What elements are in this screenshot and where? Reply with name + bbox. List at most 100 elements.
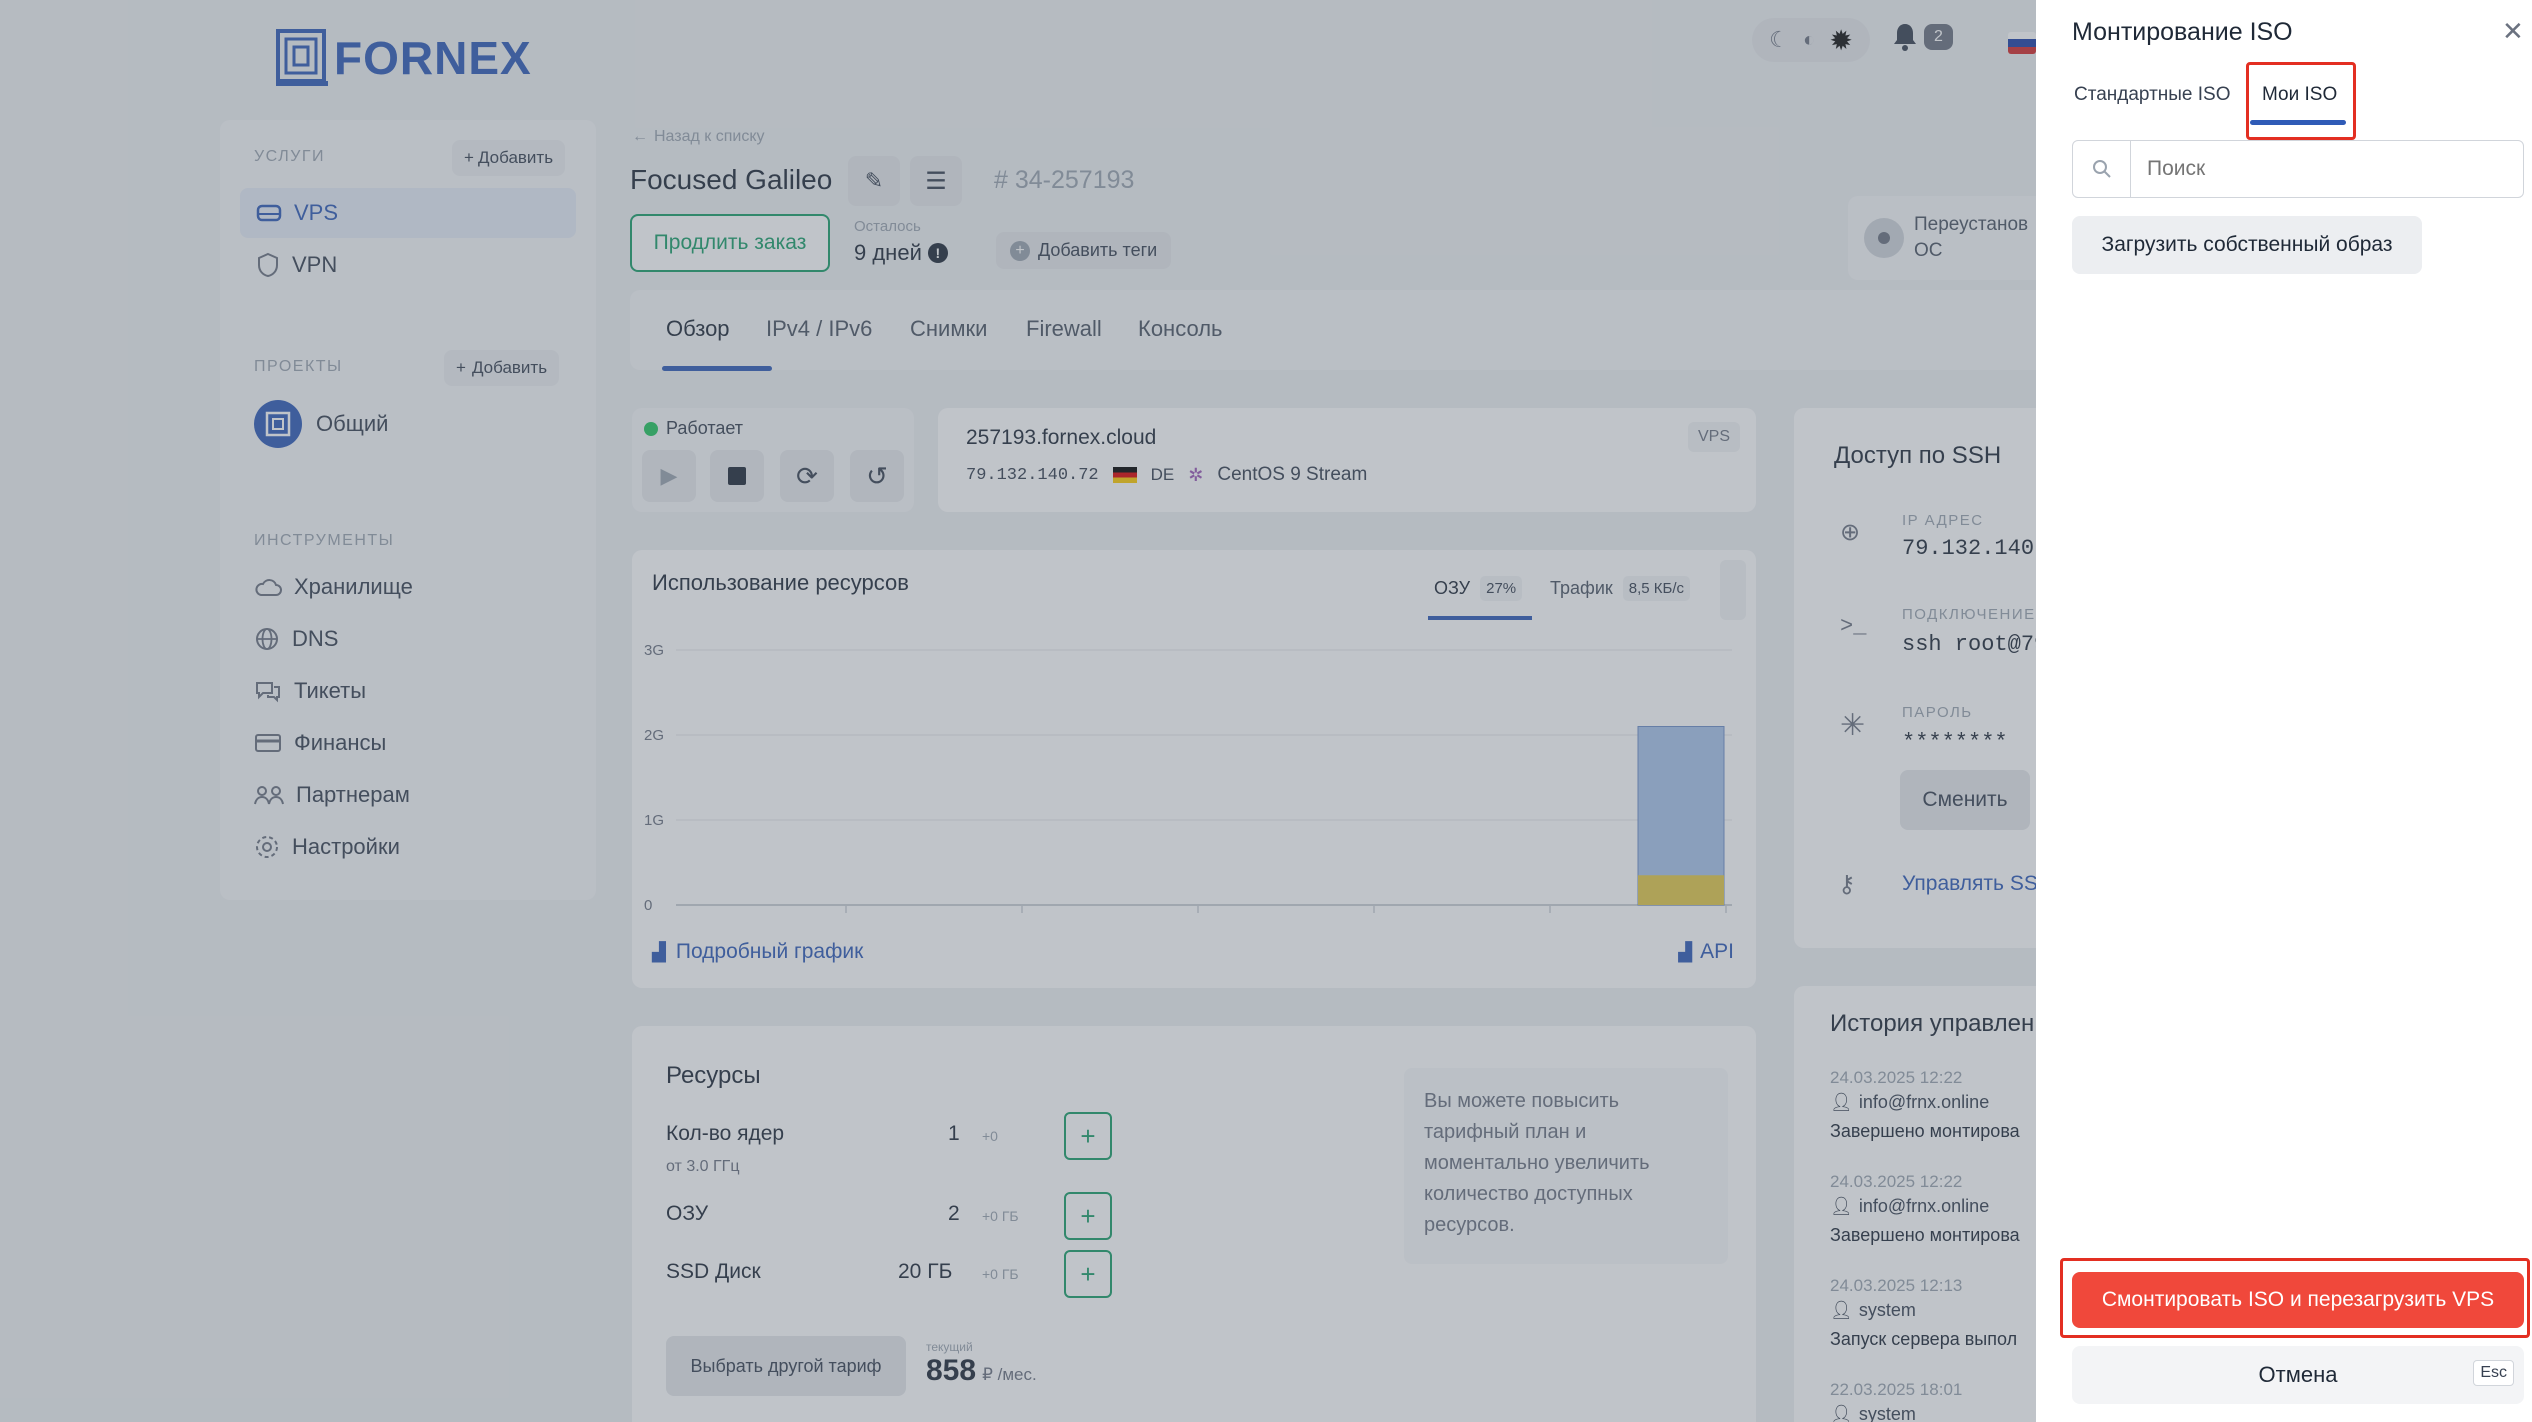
sidebar: Услуги + Добавить VPS VPN Проекты + Добави… [220, 120, 596, 900]
chart-tabs-scroll[interactable] [1720, 560, 1746, 620]
extend-order-button[interactable]: Продлить заказ [630, 214, 830, 272]
hostname: 257193.fornex.cloud [966, 426, 1157, 449]
menu-button[interactable]: ☰ [910, 156, 962, 206]
moon-icon[interactable]: ☾ [1769, 27, 1789, 53]
key-icon: ⚷ [1838, 871, 1856, 898]
server-info: 257193.fornex.cloud VPS 79.132.140.72 DE… [938, 408, 1756, 512]
cancel-button[interactable]: Отмена Esc [2072, 1346, 2524, 1404]
change-plan-button[interactable]: Выбрать другой тариф [666, 1336, 906, 1396]
stop-button[interactable] [710, 450, 764, 502]
current-price-label: текущий [926, 1340, 973, 1354]
add-tags-button[interactable]: + Добавить теги [996, 232, 1172, 269]
remaining-label: Осталось [854, 218, 921, 235]
upload-image-button[interactable]: Загрузить собственный образ [2072, 216, 2422, 274]
tab-snapshots[interactable]: Снимки [910, 316, 987, 342]
add-service-button[interactable]: + Добавить [452, 140, 566, 176]
chart-bar [1638, 875, 1724, 905]
resources-card: Ресурсы Кол-во ядер от 3.0 ГГц 1 +0 + ОЗ… [632, 1026, 1756, 1422]
ssh-pass-label: Пароль [1902, 704, 1973, 721]
add-project-button[interactable]: + Добавить [444, 350, 560, 386]
start-button[interactable]: ▶ [642, 450, 696, 502]
user-icon: 👤︎ [1830, 1092, 1853, 1112]
user-icon: 👤︎ [1830, 1196, 1853, 1216]
status-dot-icon [644, 421, 658, 436]
resource-usage-card: Использование ресурсов ОЗУ 27% Трафик 8,… [632, 550, 1756, 988]
info-icon[interactable]: ! [927, 243, 948, 263]
rename-button[interactable]: ✎ [848, 156, 900, 206]
search-field[interactable] [2072, 140, 2524, 198]
reset-button[interactable]: ↺ [850, 450, 904, 502]
detail-chart-link[interactable]: ▟ Подробный график [652, 940, 863, 964]
esc-hint: Esc [2473, 1360, 2514, 1386]
add-ram-button[interactable]: + [1064, 1192, 1112, 1240]
card-icon [255, 734, 281, 752]
manage-ssh-link[interactable]: Управлять SS [1902, 872, 2038, 896]
sidebar-item-tickets[interactable]: Тикеты [254, 678, 366, 704]
sidebar-item-settings[interactable]: Настройки [254, 834, 400, 860]
user-icon: 👤︎ [1830, 1404, 1853, 1422]
remaining-value: 9 дней ! [854, 240, 948, 266]
gear-icon [256, 836, 278, 858]
sidebar-item-dns[interactable]: DNS [254, 626, 338, 652]
cloud-icon [255, 579, 282, 596]
ssh-title: Доступ по SSH [1834, 442, 2002, 469]
y-tick-label: 3G [644, 642, 664, 659]
reboot-button[interactable]: ⟳ [780, 450, 834, 502]
chat-icon [256, 682, 280, 703]
server-icon [256, 204, 282, 222]
stop-icon [728, 467, 746, 485]
server-os: CentOS 9 Stream [1217, 464, 1368, 485]
sidebar-item-project-common[interactable]: Общий [254, 400, 388, 448]
api-link[interactable]: ▟ API [1678, 940, 1734, 964]
refresh-icon: ⟳ [796, 460, 818, 491]
bell-icon [1894, 24, 1916, 51]
change-password-button[interactable]: Сменить [1900, 770, 2030, 830]
notifications-button[interactable]: 2 [1892, 22, 1953, 52]
tab-traffic[interactable]: Трафик 8,5 КБ/с [1550, 576, 1691, 601]
plus-icon: + [1080, 1200, 1096, 1231]
project-icon [265, 411, 291, 437]
server-meta: 79.132.140.72 DE ✲ CentOS 9 Stream [966, 464, 1367, 486]
sidebar-item-vpn[interactable]: VPN [240, 240, 576, 290]
add-ssd-button[interactable]: + [1064, 1250, 1112, 1298]
y-tick-label: 1G [644, 812, 664, 829]
tabs-bar: Обзор IPv4 / IPv6 Снимки Firewall Консол… [630, 290, 2050, 371]
brand-logo[interactable]: FORNEX [276, 28, 532, 88]
plus-icon: + [1080, 1258, 1096, 1289]
search-icon [2073, 141, 2131, 197]
project-avatar [254, 400, 302, 448]
asterisk-icon: ✳ [1840, 709, 1866, 742]
tab-ram[interactable]: ОЗУ 27% [1428, 576, 1532, 620]
sidebar-item-vps[interactable]: VPS [240, 188, 576, 238]
centos-icon: ✲ [1188, 464, 1204, 485]
country-code: DE [1150, 465, 1175, 484]
tab-console[interactable]: Консоль [1138, 316, 1223, 342]
tab-ipv4-ipv6[interactable]: IPv4 / IPv6 [766, 316, 872, 342]
sidebar-item-partners[interactable]: Партнерам [254, 782, 410, 808]
add-cpu-button[interactable]: + [1064, 1112, 1112, 1160]
notifications-count: 2 [1924, 24, 1953, 50]
search-input[interactable] [2131, 143, 2523, 195]
sidebar-item-storage[interactable]: Хранилище [254, 574, 413, 600]
contrast-icon[interactable]: ◐ [1803, 29, 1815, 52]
back-link[interactable]: ← Назад к списку [632, 128, 765, 146]
language-flag-icon[interactable] [2008, 32, 2036, 54]
tab-standard-iso[interactable]: Стандартные ISO [2074, 84, 2231, 106]
tab-firewall[interactable]: Firewall [1026, 316, 1102, 342]
sidebar-item-finance[interactable]: Финансы [254, 730, 386, 756]
tools-label: Инструменты [254, 532, 395, 549]
ssh-pass-value: ******** [1902, 730, 2008, 755]
fornex-logo-icon [276, 29, 328, 86]
disc-icon [1864, 218, 1904, 258]
close-icon[interactable]: ✕ [2502, 16, 2524, 47]
theme-switcher[interactable]: ☾ ◐ ✹ [1752, 18, 1870, 62]
tab-overview[interactable]: Обзор [662, 316, 772, 371]
y-tick-label: 0 [644, 897, 652, 914]
server-name: Focused Galileo [630, 164, 833, 195]
reinstall-os-button[interactable]: Переустанов ОС [1848, 196, 2048, 280]
highlight-mount-button [2060, 1258, 2530, 1338]
ssh-access-card: Доступ по SSH ⊕ IP адрес 79.132.140. >_ … [1794, 408, 2054, 948]
history-item: 24.03.2025 12:13 👤︎ system Запуск сервера… [1830, 1276, 2018, 1349]
sun-icon[interactable]: ✹ [1829, 24, 1852, 57]
ssh-ip-label: IP адрес [1902, 512, 1984, 529]
